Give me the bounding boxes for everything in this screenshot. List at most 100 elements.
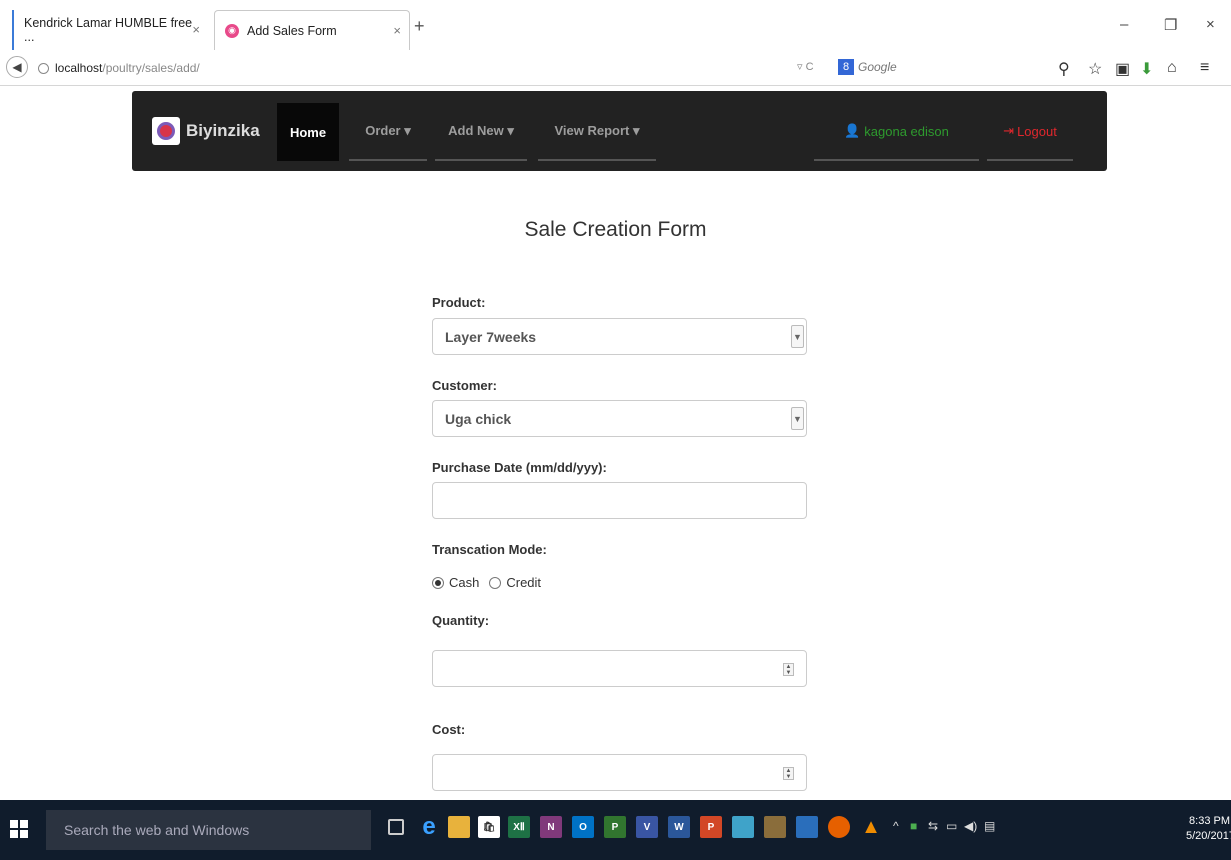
task-view-icon[interactable]: [388, 819, 404, 835]
url-path: /poultry/sales/add/: [102, 61, 200, 75]
search-box[interactable]: 8 Google: [838, 56, 1068, 78]
nav-label: Add New ▾: [448, 123, 514, 138]
nav-label: Home: [289, 124, 327, 140]
close-icon[interactable]: ×: [192, 22, 200, 37]
site-navbar: Biyinzika Home Order ▾ Add New ▾ View Re…: [132, 91, 1107, 171]
stepper-icon[interactable]: ▲ ▼: [783, 767, 794, 780]
outlook-icon[interactable]: O: [572, 816, 594, 838]
logout-icon: ⇥: [1003, 123, 1015, 138]
chevron-up-icon[interactable]: ^: [893, 819, 899, 833]
customer-selected-value: Uga chick: [445, 410, 512, 427]
address-bar[interactable]: localhost/poultry/sales/add/: [32, 57, 832, 79]
purchase-date-label: Purchase Date (mm/dd/yyy):: [432, 460, 607, 475]
visio-icon[interactable]: V: [636, 816, 658, 838]
nav-add-new-dropdown[interactable]: Add New ▾: [435, 91, 527, 171]
tab-title: Add Sales Form: [247, 23, 337, 38]
url-host: localhost: [55, 61, 103, 75]
nav-underline: [349, 159, 427, 161]
onenote-icon[interactable]: N: [540, 816, 562, 838]
home-icon[interactable]: ⌂: [1167, 59, 1177, 77]
bird-app-icon[interactable]: [732, 816, 754, 838]
search-icon[interactable]: ⚲: [1058, 59, 1070, 79]
radio-cash-label: Cash: [449, 575, 480, 590]
cost-label: Cost:: [432, 722, 466, 737]
nav-label: Order ▾: [365, 123, 411, 138]
page-title: Sale Creation Form: [524, 218, 707, 241]
windows-taskbar: Search the web and Windows e 🛍 XⅡ N O P …: [0, 800, 1231, 860]
word-icon[interactable]: W: [668, 816, 690, 838]
browser-tab-bar: Kendrick Lamar HUMBLE free ... × ◉ Add S…: [0, 0, 1231, 50]
battery-icon[interactable]: ▭: [946, 819, 957, 833]
product-select[interactable]: Layer 7weeks ▼: [432, 318, 807, 355]
windows-start-icon[interactable]: [10, 820, 28, 838]
nav-underline: [814, 159, 979, 161]
globe-icon: [38, 62, 49, 74]
network-icon[interactable]: ⇆: [928, 819, 938, 833]
reload-icon[interactable]: ▿ C: [797, 60, 814, 73]
file-explorer-icon[interactable]: [448, 816, 470, 838]
nav-home[interactable]: Home: [277, 103, 339, 161]
chevron-down-icon: ▼: [791, 325, 804, 348]
new-tab-button[interactable]: +: [414, 16, 425, 37]
project-icon[interactable]: P: [604, 816, 626, 838]
volume-icon[interactable]: ◀): [964, 819, 977, 833]
close-icon[interactable]: ×: [393, 23, 401, 38]
radio-credit[interactable]: [489, 576, 502, 589]
taskbar-search-input[interactable]: Search the web and Windows: [46, 810, 371, 850]
browser-navigation-bar: ◀ localhost/poultry/sales/add/ ▿ C 8 Goo…: [0, 50, 1231, 86]
notification-icon[interactable]: ▤: [984, 819, 995, 833]
firefox-icon[interactable]: [828, 816, 850, 838]
nav-logout[interactable]: ⇥ Logout: [987, 91, 1073, 171]
search-placeholder: Google: [858, 60, 897, 74]
quantity-label: Quantity:: [432, 613, 490, 628]
app-icon[interactable]: [764, 816, 786, 838]
clipboard-icon[interactable]: ▣: [1115, 59, 1130, 79]
vlc-icon[interactable]: ▲: [860, 816, 882, 838]
user-name: kagona edison: [864, 123, 949, 139]
logout-label: Logout: [1017, 123, 1057, 139]
user-icon: 👤: [844, 123, 861, 138]
window-app-icon[interactable]: [796, 816, 818, 838]
nav-underline: [435, 159, 527, 161]
nav-label: View Report ▾: [554, 123, 640, 138]
nav-order-dropdown[interactable]: Order ▾: [349, 91, 427, 171]
brand[interactable]: Biyinzika: [152, 117, 260, 145]
clock-date: 5/20/2017: [1186, 830, 1231, 842]
bookmark-star-icon[interactable]: ☆: [1088, 59, 1102, 79]
customer-select[interactable]: Uga chick ▼: [432, 400, 807, 437]
system-clock[interactable]: 8:33 PM 5/20/2017: [1186, 814, 1231, 844]
clock-time: 8:33 PM: [1189, 815, 1230, 827]
purchase-date-input[interactable]: [432, 482, 807, 519]
close-window-button[interactable]: ×: [1206, 16, 1215, 33]
radio-cash[interactable]: [432, 576, 444, 589]
nav-view-report-dropdown[interactable]: View Report ▾: [538, 91, 656, 171]
site-favicon-icon: ◉: [225, 23, 239, 38]
nav-underline: [538, 159, 656, 161]
store-icon[interactable]: 🛍: [478, 816, 500, 838]
radio-credit-label: Credit: [506, 575, 542, 590]
product-selected-value: Layer 7weeks: [445, 328, 537, 345]
tab-title: Kendrick Lamar HUMBLE free ...: [24, 16, 193, 44]
edge-browser-icon[interactable]: e: [418, 813, 440, 840]
brand-name: Biyinzika: [186, 121, 260, 140]
tray-app-icon[interactable]: ■: [910, 819, 917, 833]
minimize-button[interactable]: –: [1120, 16, 1128, 33]
powerpoint-icon[interactable]: P: [700, 816, 722, 838]
excel-icon[interactable]: XⅡ: [508, 816, 530, 838]
menu-icon[interactable]: ≡: [1200, 59, 1209, 77]
back-arrow-icon[interactable]: ◀: [6, 56, 28, 78]
quantity-input[interactable]: ▲ ▼: [432, 650, 807, 687]
chevron-down-icon: ▼: [791, 407, 804, 430]
nav-user[interactable]: 👤 kagona edison: [814, 91, 979, 171]
customer-label: Customer:: [432, 378, 498, 393]
tab-kendrick-lamar[interactable]: Kendrick Lamar HUMBLE free ... ×: [12, 10, 208, 50]
nav-underline: [987, 159, 1073, 161]
maximize-button[interactable]: ❐: [1164, 16, 1177, 34]
stepper-icon[interactable]: ▲ ▼: [783, 663, 794, 676]
cost-input[interactable]: ▲ ▼: [432, 754, 807, 791]
transaction-mode-group: Cash Credit: [432, 575, 541, 590]
download-icon[interactable]: ⬇: [1140, 59, 1153, 79]
brand-logo-icon: [152, 117, 180, 145]
tab-add-sales-form[interactable]: ◉ Add Sales Form ×: [214, 10, 410, 50]
google-logo-icon: 8: [838, 59, 854, 75]
